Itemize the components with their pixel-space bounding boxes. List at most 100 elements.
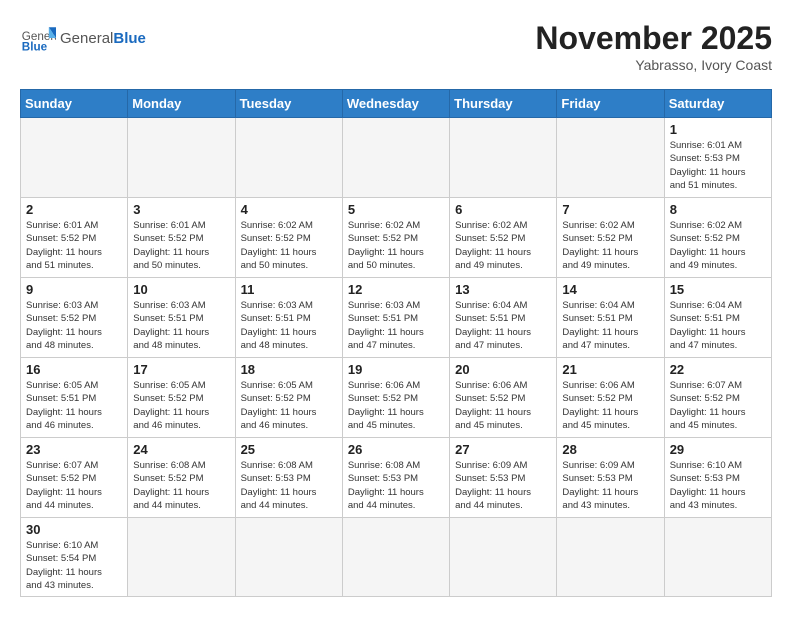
calendar-day-cell: 17Sunrise: 6:05 AM Sunset: 5:52 PM Dayli… (128, 358, 235, 438)
logo: General Blue GeneralBlue (20, 20, 146, 56)
calendar-day-cell: 4 Sunrise: 6:02 AM Sunset: 5:52 PM Daylig… (235, 198, 342, 278)
day-number: 14 (562, 282, 658, 297)
day-number: 21 (562, 362, 658, 377)
logo-icon: General Blue (20, 20, 56, 56)
day-number: 6 (455, 202, 551, 217)
calendar-day-cell: 18 Sunrise: 6:05 AM Sunset: 5:52 PM Dayli… (235, 358, 342, 438)
day-number: 10 (133, 282, 229, 297)
day-info: Sunrise: 6:03 AM Sunset: 5:51 PM Dayligh… (348, 299, 444, 352)
calendar-header-row: SundayMondayTuesdayWednesdayThursdayFrid… (21, 90, 772, 118)
day-info: Sunrise: 6:06 AM Sunset: 5:52 PM Dayligh… (455, 379, 551, 432)
calendar-week-row: 2Sunrise: 6:01 AM Sunset: 5:52 PM Daylig… (21, 198, 772, 278)
calendar-day-cell: 30Sunrise: 6:10 AM Sunset: 5:54 PM Dayli… (21, 518, 128, 597)
logo-general: General (60, 30, 113, 47)
calendar-day-cell: 5 Sunrise: 6:02 AM Sunset: 5:52 PM Daylig… (342, 198, 449, 278)
day-number: 18 (241, 362, 337, 377)
day-number: 15 (670, 282, 766, 297)
day-info: Sunrise: 6:10 AM Sunset: 5:54 PM Dayligh… (26, 539, 122, 592)
day-info: Sunrise: 6:07 AM Sunset: 5:52 PM Dayligh… (670, 379, 766, 432)
day-info: Sunrise: 6:09 AM Sunset: 5:53 PM Dayligh… (455, 459, 551, 512)
day-info: Sunrise: 6:02 AM Sunset: 5:52 PM Dayligh… (670, 219, 766, 272)
day-number: 1 (670, 122, 766, 137)
day-header-wednesday: Wednesday (342, 90, 449, 118)
calendar-day-cell (21, 118, 128, 198)
calendar-day-cell: 16 Sunrise: 6:05 AM Sunset: 5:51 PM Dayli… (21, 358, 128, 438)
logo-text: GeneralBlue (60, 30, 146, 47)
calendar-day-cell (450, 118, 557, 198)
day-number: 4 (241, 202, 337, 217)
month-title: November 2025 (535, 20, 772, 57)
calendar-day-cell: 10 Sunrise: 6:03 AM Sunset: 5:51 PM Dayli… (128, 278, 235, 358)
calendar-day-cell: 19 Sunrise: 6:06 AM Sunset: 5:52 PM Dayli… (342, 358, 449, 438)
calendar-day-cell (235, 118, 342, 198)
calendar-day-cell: 11 Sunrise: 6:03 AM Sunset: 5:51 PM Dayli… (235, 278, 342, 358)
day-info: Sunrise: 6:03 AM Sunset: 5:52 PM Dayligh… (26, 299, 122, 352)
day-number: 22 (670, 362, 766, 377)
svg-text:Blue: Blue (22, 41, 48, 54)
day-number: 27 (455, 442, 551, 457)
day-info: Sunrise: 6:10 AM Sunset: 5:53 PM Dayligh… (670, 459, 766, 512)
calendar-day-cell (557, 518, 664, 597)
day-info: Sunrise: 6:04 AM Sunset: 5:51 PM Dayligh… (562, 299, 658, 352)
calendar-day-cell: 22 Sunrise: 6:07 AM Sunset: 5:52 PM Dayli… (664, 358, 771, 438)
calendar-day-cell: 7Sunrise: 6:02 AM Sunset: 5:52 PM Daylig… (557, 198, 664, 278)
calendar-day-cell (128, 518, 235, 597)
day-number: 26 (348, 442, 444, 457)
day-info: Sunrise: 6:06 AM Sunset: 5:52 PM Dayligh… (562, 379, 658, 432)
calendar-week-row: 9Sunrise: 6:03 AM Sunset: 5:52 PM Daylig… (21, 278, 772, 358)
calendar-day-cell (557, 118, 664, 198)
location-subtitle: Yabrasso, Ivory Coast (535, 57, 772, 73)
day-number: 24 (133, 442, 229, 457)
day-info: Sunrise: 6:03 AM Sunset: 5:51 PM Dayligh… (133, 299, 229, 352)
day-header-thursday: Thursday (450, 90, 557, 118)
calendar-day-cell: 24 Sunrise: 6:08 AM Sunset: 5:52 PM Dayli… (128, 438, 235, 518)
day-info: Sunrise: 6:02 AM Sunset: 5:52 PM Dayligh… (241, 219, 337, 272)
day-info: Sunrise: 6:01 AM Sunset: 5:52 PM Dayligh… (26, 219, 122, 272)
calendar-day-cell: 8Sunrise: 6:02 AM Sunset: 5:52 PM Daylig… (664, 198, 771, 278)
day-info: Sunrise: 6:09 AM Sunset: 5:53 PM Dayligh… (562, 459, 658, 512)
calendar-day-cell: 21 Sunrise: 6:06 AM Sunset: 5:52 PM Dayli… (557, 358, 664, 438)
calendar-day-cell: 3 Sunrise: 6:01 AM Sunset: 5:52 PM Daylig… (128, 198, 235, 278)
day-info: Sunrise: 6:05 AM Sunset: 5:51 PM Dayligh… (26, 379, 122, 432)
day-number: 13 (455, 282, 551, 297)
day-number: 7 (562, 202, 658, 217)
calendar-day-cell (235, 518, 342, 597)
day-header-friday: Friday (557, 90, 664, 118)
calendar-day-cell: 14 Sunrise: 6:04 AM Sunset: 5:51 PM Dayli… (557, 278, 664, 358)
day-number: 16 (26, 362, 122, 377)
day-header-monday: Monday (128, 90, 235, 118)
calendar-day-cell: 23Sunrise: 6:07 AM Sunset: 5:52 PM Dayli… (21, 438, 128, 518)
day-info: Sunrise: 6:03 AM Sunset: 5:51 PM Dayligh… (241, 299, 337, 352)
calendar-day-cell: 9Sunrise: 6:03 AM Sunset: 5:52 PM Daylig… (21, 278, 128, 358)
day-number: 3 (133, 202, 229, 217)
calendar-day-cell: 1Sunrise: 6:01 AM Sunset: 5:53 PM Daylig… (664, 118, 771, 198)
calendar-day-cell: 27 Sunrise: 6:09 AM Sunset: 5:53 PM Dayli… (450, 438, 557, 518)
day-number: 25 (241, 442, 337, 457)
logo-blue: Blue (113, 30, 146, 47)
day-info: Sunrise: 6:01 AM Sunset: 5:52 PM Dayligh… (133, 219, 229, 272)
calendar-day-cell (664, 518, 771, 597)
calendar-week-row: 23Sunrise: 6:07 AM Sunset: 5:52 PM Dayli… (21, 438, 772, 518)
day-info: Sunrise: 6:05 AM Sunset: 5:52 PM Dayligh… (241, 379, 337, 432)
day-info: Sunrise: 6:04 AM Sunset: 5:51 PM Dayligh… (455, 299, 551, 352)
day-number: 29 (670, 442, 766, 457)
day-number: 19 (348, 362, 444, 377)
day-number: 5 (348, 202, 444, 217)
day-info: Sunrise: 6:02 AM Sunset: 5:52 PM Dayligh… (455, 219, 551, 272)
day-number: 11 (241, 282, 337, 297)
calendar-day-cell (450, 518, 557, 597)
calendar-week-row: 30Sunrise: 6:10 AM Sunset: 5:54 PM Dayli… (21, 518, 772, 597)
calendar-day-cell: 6 Sunrise: 6:02 AM Sunset: 5:52 PM Daylig… (450, 198, 557, 278)
calendar-day-cell (128, 118, 235, 198)
day-info: Sunrise: 6:02 AM Sunset: 5:52 PM Dayligh… (348, 219, 444, 272)
calendar-day-cell: 28 Sunrise: 6:09 AM Sunset: 5:53 PM Dayli… (557, 438, 664, 518)
day-number: 28 (562, 442, 658, 457)
calendar-day-cell: 25Sunrise: 6:08 AM Sunset: 5:53 PM Dayli… (235, 438, 342, 518)
day-info: Sunrise: 6:06 AM Sunset: 5:52 PM Dayligh… (348, 379, 444, 432)
day-info: Sunrise: 6:07 AM Sunset: 5:52 PM Dayligh… (26, 459, 122, 512)
calendar-day-cell (342, 518, 449, 597)
calendar-day-cell (342, 118, 449, 198)
day-info: Sunrise: 6:04 AM Sunset: 5:51 PM Dayligh… (670, 299, 766, 352)
day-number: 17 (133, 362, 229, 377)
day-info: Sunrise: 6:08 AM Sunset: 5:52 PM Dayligh… (133, 459, 229, 512)
